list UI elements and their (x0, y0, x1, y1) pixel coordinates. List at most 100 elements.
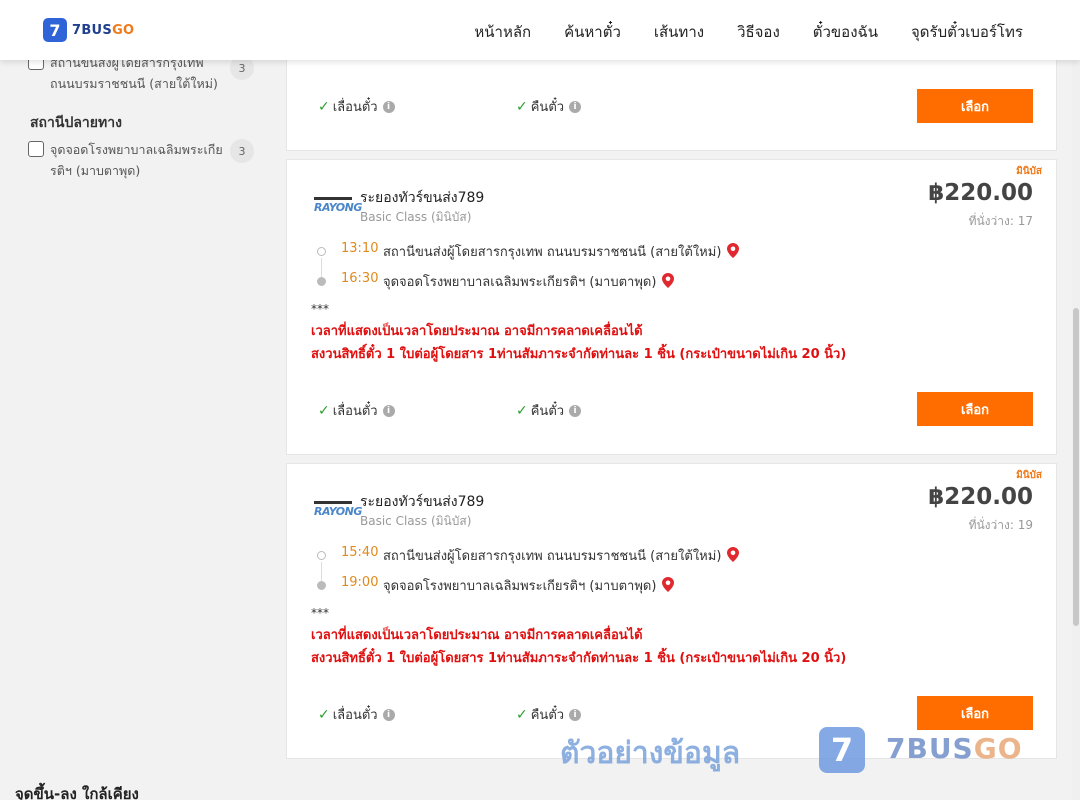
nav-my-tickets[interactable]: ตั๋วของฉัน (813, 20, 878, 44)
bus-class: Basic Class (มินิบัส) (360, 210, 472, 224)
nav-routes[interactable]: เส้นทาง (654, 20, 704, 44)
departure-stop: 13:10 สถานีขนส่งผู้โดยสารกรุงเทพ ถนนบรมร… (317, 241, 1017, 263)
change-ticket-label: เลื่อนตั๋ว (332, 100, 378, 115)
seats-available: ที่นั่งว่าง: 17 (968, 214, 1033, 228)
map-pin-icon[interactable] (727, 547, 740, 562)
ticket-price: ฿220.00 (928, 484, 1033, 510)
departure-station: สถานีขนส่งผู้โดยสารกรุงเทพ ถนนบรมราชชนนี… (383, 241, 740, 262)
departure-station-label: สถานีขนส่งผู้โดยสารกรุงเทพ ถนนบรมราชชนนี… (383, 245, 722, 260)
departure-stop: 15:40 สถานีขนส่งผู้โดยสารกรุงเทพ ถนนบรมร… (317, 545, 1017, 567)
change-ticket-label: เลื่อนตั๋ว (332, 708, 378, 723)
page-scrollbar[interactable] (1072, 60, 1080, 800)
filter-label: จุดจอดโรงพยาบาลเฉลิมพระเกียรติฯ (มาบตาพุ… (50, 142, 223, 178)
nav-how-to-book[interactable]: วิธีจอง (737, 20, 780, 44)
filter-count-badge: 3 (230, 139, 254, 163)
nearby-stops-title: จุดขึ้น-ลง ใกล้เคียง (15, 785, 139, 800)
filter-arrival-item[interactable]: จุดจอดโรงพยาบาลเฉลิมพระเกียรติฯ (มาบตาพุ… (28, 139, 258, 181)
watermark-brand: 7BUSGO (886, 732, 1023, 765)
arrival-station: จุดจอดโรงพยาบาลเฉลิมพระเกียรติฯ (มาบตาพุ… (383, 575, 675, 596)
note-stars: *** (311, 606, 329, 620)
check-icon: ✓ (318, 402, 330, 419)
route-dot (317, 247, 326, 256)
info-icon[interactable]: i (569, 708, 582, 721)
info-icon[interactable]: i (569, 100, 582, 113)
departure-station-label: สถานีขนส่งผู้โดยสารกรุงเทพ ถนนบรมราชชนนี… (383, 549, 722, 564)
refund-ticket-label: คืนตั๋ว (530, 708, 565, 723)
refund-ticket-label: คืนตั๋ว (530, 404, 565, 419)
arrival-section-title: สถานีปลายทาง (30, 115, 122, 131)
logo-text-main: 7BUS (72, 22, 113, 38)
refund-ticket-label: คืนตั๋ว (530, 100, 565, 115)
check-icon: ✓ (516, 706, 528, 723)
refund-ticket-feature: ✓ คืนตั๋ว i (516, 704, 582, 725)
select-trip-button[interactable]: เลือก (917, 89, 1033, 123)
watermark-logo-icon: 7 (819, 727, 865, 773)
nav-home[interactable]: หน้าหลัก (474, 20, 531, 44)
filter-sidebar: สถานีขนส่งผู้โดยสารกรุงเทพ ถนนบรมราชชนนี… (0, 0, 270, 800)
change-ticket-feature: ✓ เลื่อนตั๋ว i (318, 96, 395, 117)
arrival-time: 16:30 (341, 271, 379, 286)
bus-class: Basic Class (มินิบัส) (360, 514, 472, 528)
change-ticket-feature: ✓ เลื่อนตั๋ว i (318, 704, 395, 725)
operator-logo-text: RAYONG (314, 201, 362, 214)
logo-text: 7BUSGO (72, 23, 134, 38)
info-icon[interactable]: i (382, 708, 395, 721)
baggage-note: สงวนสิทธิ์ตั๋ว 1 ใบต่อผู้โดยสาร 1ท่านสัม… (311, 347, 847, 362)
departure-time: 15:40 (341, 545, 379, 560)
arrival-station-label: จุดจอดโรงพยาบาลเฉลิมพระเกียรติฯ (มาบตาพุ… (383, 579, 657, 594)
main-nav: หน้าหลัก ค้นหาตั๋ว เส้นทาง วิธีจอง ตั๋วข… (441, 20, 1023, 44)
promo-tag: มินิบัส (1016, 166, 1042, 177)
check-icon: ✓ (318, 706, 330, 723)
promo-tag: มินิบัส (1016, 470, 1042, 481)
trip-card: มินิบัส RAYONG ระยองทัวร์ขนส่ง789 Basic … (286, 159, 1057, 455)
watermark-text: ตัวอย่างข้อมูล (560, 736, 741, 771)
departure-station: สถานีขนส่งผู้โดยสารกรุงเทพ ถนนบรมราชชนนี… (383, 545, 740, 566)
watermark-brand-main: 7BUS (886, 732, 974, 765)
top-header: 7 7BUSGO หน้าหลัก ค้นหาตั๋ว เส้นทาง วิธี… (0, 0, 1080, 60)
info-icon[interactable]: i (382, 100, 395, 113)
select-trip-button[interactable]: เลือก (917, 392, 1033, 426)
select-trip-button[interactable]: เลือก (917, 696, 1033, 730)
arrival-stop: 19:00 จุดจอดโรงพยาบาลเฉลิมพระเกียรติฯ (ม… (317, 575, 1017, 597)
change-ticket-feature: ✓ เลื่อนตั๋ว i (318, 400, 395, 421)
note-stars: *** (311, 302, 329, 316)
refund-ticket-feature: ✓ คืนตั๋ว i (516, 400, 582, 421)
time-warning-note: เวลาที่แสดงเป็นเวลาโดยประมาณ อาจมีการคลา… (311, 628, 643, 643)
refund-ticket-feature: ✓ คืนตั๋ว i (516, 96, 582, 117)
check-icon: ✓ (516, 402, 528, 419)
logo-text-accent: GO (112, 22, 135, 38)
check-icon: ✓ (318, 98, 330, 115)
map-pin-icon[interactable] (662, 577, 675, 592)
departure-time: 13:10 (341, 241, 379, 256)
map-pin-icon[interactable] (662, 273, 675, 288)
operator-logo: RAYONG (314, 499, 362, 521)
map-pin-icon[interactable] (727, 243, 740, 258)
operator-logo: RAYONG (314, 195, 362, 217)
operator-name: ระยองทัวร์ขนส่ง789 (360, 190, 485, 206)
filter-checkbox[interactable] (28, 141, 44, 157)
time-warning-note: เวลาที่แสดงเป็นเวลาโดยประมาณ อาจมีการคลา… (311, 324, 643, 339)
arrival-stop: 16:30 จุดจอดโรงพยาบาลเฉลิมพระเกียรติฯ (ม… (317, 271, 1017, 293)
info-icon[interactable]: i (569, 404, 582, 417)
scrollbar-thumb[interactable] (1073, 308, 1079, 626)
route-dot (317, 551, 326, 560)
ticket-price: ฿220.00 (928, 180, 1033, 206)
operator-name: ระยองทัวร์ขนส่ง789 (360, 494, 485, 510)
site-logo[interactable]: 7 7BUSGO (43, 18, 134, 42)
route-dot (317, 277, 326, 286)
check-icon: ✓ (516, 98, 528, 115)
seats-available: ที่นั่งว่าง: 19 (968, 518, 1033, 532)
nav-search-tickets[interactable]: ค้นหาตั๋ว (564, 20, 621, 44)
watermark-brand-accent: GO (973, 732, 1023, 765)
operator-logo-text: RAYONG (314, 505, 362, 518)
change-ticket-label: เลื่อนตั๋ว (332, 404, 378, 419)
arrival-station: จุดจอดโรงพยาบาลเฉลิมพระเกียรติฯ (มาบตาพุ… (383, 271, 675, 292)
trip-card: มินิบัส RAYONG ระยองทัวร์ขนส่ง789 Basic … (286, 463, 1057, 759)
arrival-time: 19:00 (341, 575, 379, 590)
route-dot (317, 581, 326, 590)
arrival-station-label: จุดจอดโรงพยาบาลเฉลิมพระเกียรติฯ (มาบตาพุ… (383, 275, 657, 290)
nav-ticket-pickup-phone[interactable]: จุดรับตั๋วเบอร์โทร (911, 20, 1023, 44)
baggage-note: สงวนสิทธิ์ตั๋ว 1 ใบต่อผู้โดยสาร 1ท่านสัม… (311, 651, 847, 666)
logo-mark-icon: 7 (43, 18, 67, 42)
info-icon[interactable]: i (382, 404, 395, 417)
